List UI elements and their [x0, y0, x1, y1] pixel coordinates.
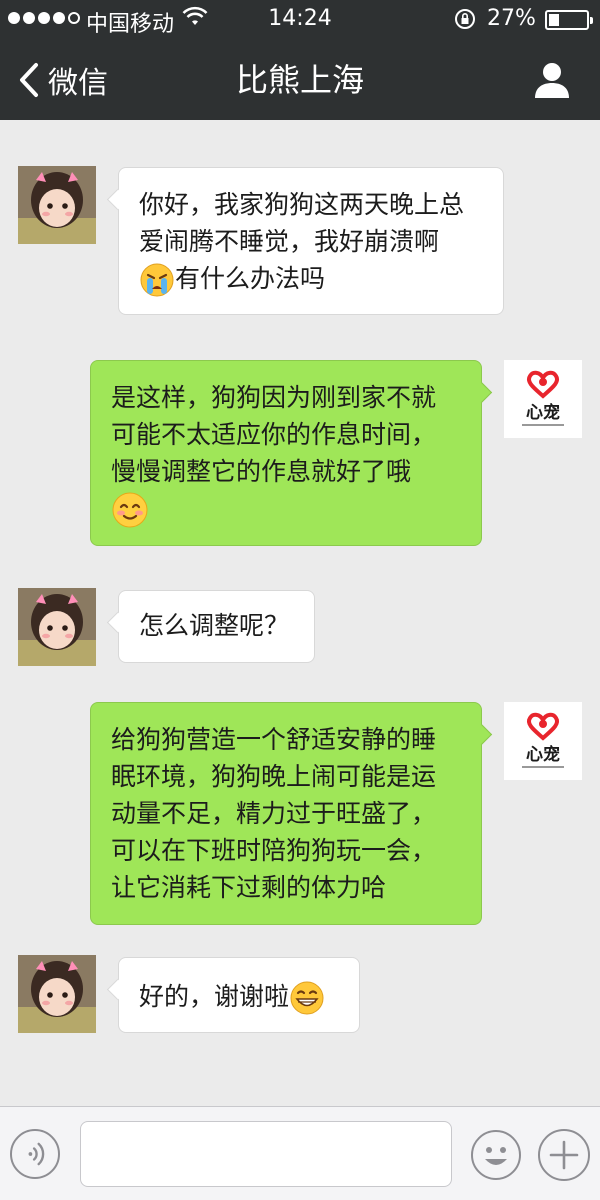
- message-text: 眠环境，狗狗晚上闹可能是运: [111, 762, 437, 791]
- shop-logo-avatar[interactable]: 心宠: [504, 702, 582, 780]
- input-bar: [0, 1106, 600, 1200]
- battery-level: [549, 14, 559, 26]
- message-bubble-sent: 是这样，狗狗因为刚到家不就 可能不太适应你的作息时间， 慢慢调整它的作息就好了哦: [90, 360, 482, 546]
- message-text: 可以在下班时陪狗狗玩一会，: [111, 836, 437, 865]
- message-text: 可能不太适应你的作息时间，: [111, 420, 437, 449]
- nav-bar: 微信 比熊上海: [0, 40, 600, 120]
- more-options-button[interactable]: [538, 1129, 590, 1181]
- rotation-lock-icon: [455, 9, 475, 29]
- user-avatar[interactable]: [18, 166, 96, 244]
- shop-logo-text: 心宠: [526, 402, 560, 423]
- voice-input-button[interactable]: [10, 1129, 60, 1179]
- smiling-face-icon: [112, 492, 148, 528]
- battery-percent: 27%: [487, 6, 536, 31]
- crying-face-icon: [140, 263, 174, 297]
- message-bubble-received: 怎么调整呢？: [118, 590, 315, 663]
- header: 中国移动 14:24 27% 微信 比熊上海: [0, 0, 600, 120]
- plus-icon: [549, 1140, 579, 1170]
- message-text-line: [111, 490, 461, 529]
- grinning-face-icon: [290, 981, 324, 1015]
- message-text: 给狗狗营造一个舒适安静的睡: [111, 725, 437, 754]
- message-text-line: 好的，谢谢啦: [139, 978, 339, 1016]
- user-avatar[interactable]: [18, 955, 96, 1033]
- message-text: 怎么调整呢？: [139, 611, 290, 640]
- message-text: 有什么办法吗: [175, 264, 326, 293]
- message-text: 好的，谢谢啦: [139, 982, 290, 1011]
- user-avatar[interactable]: [18, 588, 96, 666]
- status-bar: 中国移动 14:24 27%: [0, 0, 600, 40]
- message-text: 爱闹腾不睡觉，我好崩溃啊: [139, 227, 440, 256]
- message-text: 动量不足，精力过于旺盛了，: [111, 799, 437, 828]
- message-bubble-received: 好的，谢谢啦: [118, 957, 360, 1033]
- message-text: 是这样，狗狗因为刚到家不就: [111, 383, 437, 412]
- battery-icon: [545, 10, 593, 30]
- message-text: 你好，我家狗狗这两天晚上总: [139, 190, 465, 219]
- message-bubble-sent: 给狗狗营造一个舒适安静的睡 眠环境，狗狗晚上闹可能是运 动量不足，精力过于旺盛了…: [90, 702, 482, 925]
- message-bubble-received: 你好，我家狗狗这两天晚上总 爱闹腾不睡觉，我好崩溃啊 有什么办法吗: [118, 167, 504, 315]
- shop-logo-avatar[interactable]: 心宠: [504, 360, 582, 438]
- chat-area: 你好，我家狗狗这两天晚上总 爱闹腾不睡觉，我好崩溃啊 有什么办法吗 心宠 是这样…: [0, 120, 600, 1106]
- message-text: 慢慢调整它的作息就好了哦: [111, 457, 412, 486]
- page-title: 比熊上海: [235, 61, 364, 99]
- message-text: 让它消耗下过剩的体力哈: [111, 873, 387, 902]
- emoji-button[interactable]: [470, 1129, 522, 1181]
- message-text-line: 有什么办法吗: [139, 260, 483, 298]
- shop-logo-text: 心宠: [526, 744, 560, 765]
- message-input[interactable]: [80, 1121, 452, 1187]
- person-icon[interactable]: [532, 60, 572, 100]
